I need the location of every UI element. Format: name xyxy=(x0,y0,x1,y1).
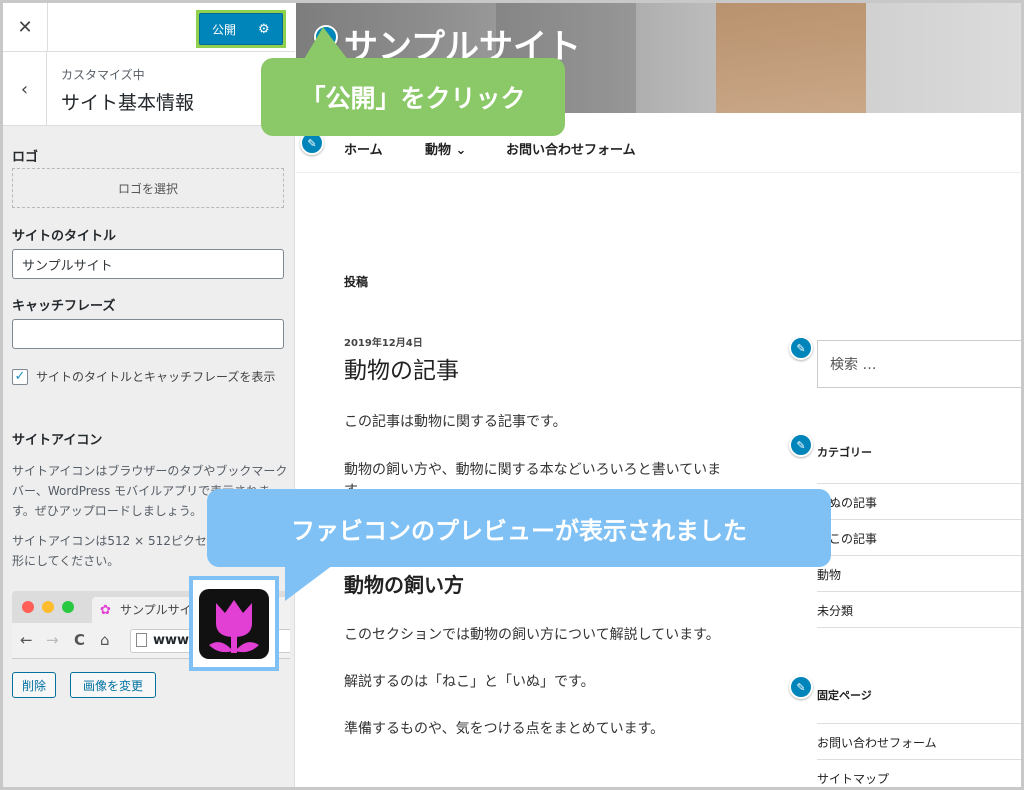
customizer-header: ✕ 公開 ⚙ xyxy=(3,3,295,52)
category-link[interactable]: いぬの記事 xyxy=(817,483,1021,519)
section-header: ‹ カスタマイズ中 サイト基本情報 xyxy=(3,52,295,126)
post-paragraph: 動物の飼い方や、動物に関する本などいろいろと書いていま xyxy=(344,462,722,478)
home-icon: ⌂ xyxy=(100,631,110,649)
page-link[interactable]: お問い合わせフォーム xyxy=(817,723,1021,759)
post-paragraph: このセクションでは動物の飼い方について解説しています。 xyxy=(344,627,720,643)
post-subheading: 動物の飼い方 xyxy=(344,573,464,597)
breadcrumb: カスタマイズ中 xyxy=(61,68,145,82)
menu-item-contact[interactable]: お問い合わせフォーム xyxy=(506,139,636,158)
categories-widget-title: カテゴリー xyxy=(817,446,872,459)
display-title-checkbox-label: サイトのタイトルとキャッチフレーズを表示 xyxy=(36,370,276,384)
post-title[interactable]: 動物の記事 xyxy=(344,351,459,385)
logo-label: ロゴ xyxy=(12,150,39,165)
blue-callout-pointer xyxy=(285,565,333,601)
page-icon xyxy=(136,633,147,647)
back-arrow-icon: ← xyxy=(20,631,33,649)
tulip-favicon-icon: ✿ xyxy=(100,603,111,618)
window-close-dot xyxy=(22,601,34,613)
logo-select-button[interactable]: ロゴを選択 xyxy=(12,168,284,208)
tagline-label: キャッチフレーズ xyxy=(12,299,116,314)
site-title-label: サイトのタイトル xyxy=(12,229,117,244)
category-link[interactable]: 動物 xyxy=(817,555,1021,591)
site-icon-label: サイトアイコン xyxy=(12,433,103,448)
tulip-icon xyxy=(199,588,269,659)
customizer-sidebar: ✕ 公開 ⚙ ‹ カスタマイズ中 サイト基本情報 ロゴ ロゴを選択 サイトのタイ… xyxy=(3,3,295,787)
post-paragraph: この記事は動物に関する記事です。 xyxy=(344,414,567,430)
remove-icon-button[interactable]: 削除 xyxy=(12,672,56,698)
post-paragraph: 解説するのは「ねこ」と「いぬ」です。 xyxy=(344,674,595,690)
display-title-checkbox[interactable]: ✓ xyxy=(12,369,28,385)
screenshot-frame: ✕ 公開 ⚙ ‹ カスタマイズ中 サイト基本情報 ロゴ ロゴを選択 サイトのタイ… xyxy=(0,0,1024,790)
category-link[interactable]: 未分類 xyxy=(817,591,1021,627)
post-paragraph: 準備するものや、気をつける点をまとめています。 xyxy=(344,721,665,737)
close-icon[interactable]: ✕ xyxy=(3,3,48,52)
edit-pages-widget-pencil-icon[interactable]: ✎ xyxy=(789,675,813,699)
change-image-button[interactable]: 画像を変更 xyxy=(70,672,156,698)
back-icon[interactable]: ‹ xyxy=(3,52,47,126)
section-title: サイト基本情報 xyxy=(61,92,195,114)
browser-url-text: www. xyxy=(153,633,194,648)
tagline-input[interactable] xyxy=(12,319,284,349)
edit-search-widget-pencil-icon[interactable]: ✎ xyxy=(789,336,813,360)
page-link[interactable]: サイトマップ xyxy=(817,759,1021,787)
publish-label: 公開 xyxy=(212,22,237,37)
site-title-input[interactable]: サンプルサイト xyxy=(12,249,284,279)
favicon-preview-callout: ファビコンのプレビューが表示されました xyxy=(207,489,831,567)
edit-categories-widget-pencil-icon[interactable]: ✎ xyxy=(789,433,813,457)
pages-widget-title: 固定ページ xyxy=(817,689,872,702)
publish-button[interactable]: 公開 ⚙ xyxy=(199,13,283,45)
forward-arrow-icon: → xyxy=(46,631,59,649)
publish-instruction-callout: 「公開」をクリック xyxy=(261,58,565,136)
category-link[interactable]: ねこの記事 xyxy=(817,519,1021,555)
posts-heading: 投稿 xyxy=(344,275,369,289)
header-image-detail xyxy=(716,3,866,113)
favicon-preview xyxy=(189,576,279,671)
window-minimize-dot xyxy=(42,601,54,613)
reload-icon: C xyxy=(74,631,86,649)
menu-item-home[interactable]: ホーム xyxy=(344,139,383,158)
post-date[interactable]: 2019年12月4日 xyxy=(344,334,423,349)
window-zoom-dot xyxy=(62,601,74,613)
gear-icon[interactable]: ⚙ xyxy=(256,22,270,37)
menu-item-animals[interactable]: 動物 ⌄ xyxy=(425,139,466,158)
search-input[interactable]: 検索 … xyxy=(817,340,1021,388)
widget-divider xyxy=(817,627,1021,628)
publish-highlight: 公開 ⚙ xyxy=(196,10,286,48)
green-callout-pointer xyxy=(303,27,349,61)
